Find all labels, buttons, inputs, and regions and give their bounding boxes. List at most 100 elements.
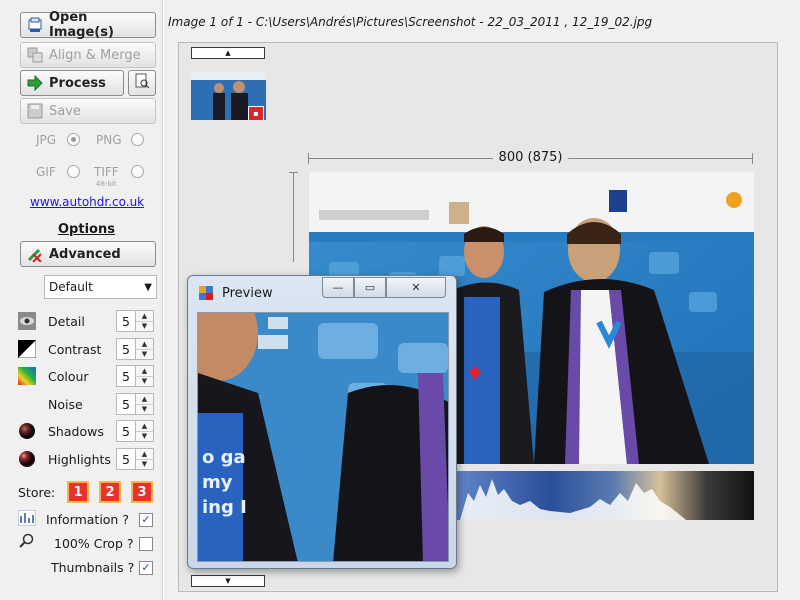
height-dimension bbox=[289, 172, 298, 262]
website-link[interactable]: www.autohdr.co.uk bbox=[30, 195, 144, 209]
information-checkbox[interactable]: ✓ bbox=[139, 513, 153, 527]
process-button[interactable]: Process bbox=[20, 70, 124, 96]
param-spinner[interactable]: ▲ ▼ bbox=[136, 393, 154, 415]
param-value-input[interactable]: 5 bbox=[116, 338, 136, 360]
param-value-input[interactable]: 5 bbox=[116, 420, 136, 442]
param-spinner[interactable]: ▲ ▼ bbox=[136, 365, 154, 387]
format-jpg-radio[interactable] bbox=[67, 133, 80, 146]
histogram-graph bbox=[440, 471, 754, 520]
param-label: Contrast bbox=[48, 341, 102, 357]
format-png-label: PNG bbox=[96, 133, 122, 147]
batch-process-button[interactable] bbox=[128, 70, 156, 96]
preset-select[interactable]: Default ▼ bbox=[44, 275, 157, 299]
align-merge-label: Align & Merge bbox=[49, 47, 141, 63]
dimension-tick bbox=[289, 172, 298, 173]
param-contrast: Contrast 5 ▲ ▼ bbox=[17, 337, 158, 361]
store-slot-1-button[interactable]: 1 bbox=[67, 481, 89, 503]
eye-icon bbox=[18, 312, 36, 330]
thumbs-scroll-up-button[interactable]: ▲ bbox=[191, 47, 265, 59]
param-noise: Noise 5 ▲ ▼ bbox=[18, 392, 158, 416]
contrast-icon bbox=[17, 339, 37, 359]
crop-label: 100% Crop ? bbox=[54, 536, 134, 551]
app-icon bbox=[198, 285, 214, 301]
dimension-line bbox=[293, 172, 294, 262]
document-search-icon bbox=[134, 73, 150, 93]
param-highlights: Highlights 5 ▲ ▼ bbox=[18, 447, 158, 471]
chevron-down-icon: ▼ bbox=[225, 577, 231, 585]
param-label: Shadows bbox=[48, 423, 104, 439]
floppy-icon bbox=[27, 103, 43, 119]
svg-text:o ga: o ga bbox=[202, 447, 246, 468]
left-panel: Open Image(s) Align & Merge Process Save… bbox=[0, 0, 162, 600]
layers-icon bbox=[27, 47, 43, 63]
information-label: Information ? bbox=[46, 512, 129, 527]
dimension-tick bbox=[308, 153, 309, 164]
thumbs-scroll-down-button[interactable]: ▼ bbox=[191, 575, 265, 587]
advanced-button[interactable]: Advanced bbox=[20, 241, 156, 267]
open-images-label: Open Image(s) bbox=[49, 10, 114, 40]
close-icon: ✕ bbox=[411, 281, 421, 294]
close-button[interactable]: ✕ bbox=[386, 277, 446, 298]
options-heading: Options bbox=[58, 222, 115, 237]
svg-text:my: my bbox=[202, 472, 233, 493]
dimension-tick bbox=[752, 153, 753, 164]
param-detail: Detail 5 ▲ ▼ bbox=[18, 309, 158, 333]
preview-window[interactable]: Preview — ▭ ✕ o ga my ing I bbox=[187, 275, 457, 569]
param-value-input[interactable]: 5 bbox=[116, 393, 136, 415]
save-button[interactable]: Save bbox=[20, 98, 156, 124]
store-label: Store: bbox=[18, 485, 56, 500]
chevron-down-icon: ▼ bbox=[144, 282, 152, 293]
saved-floppy-icon: ▪ bbox=[248, 106, 264, 120]
param-value-input[interactable]: 5 bbox=[116, 365, 136, 387]
magnifier-icon bbox=[19, 533, 35, 553]
histogram bbox=[440, 471, 754, 520]
store-slot-2-button[interactable]: 2 bbox=[99, 481, 121, 503]
panel-divider bbox=[162, 0, 164, 600]
minimize-button[interactable]: — bbox=[322, 277, 354, 298]
chart-icon bbox=[17, 509, 37, 530]
arrow-right-icon bbox=[27, 75, 43, 91]
preview-titlebar[interactable]: Preview bbox=[198, 285, 273, 301]
param-spinner[interactable]: ▲ ▼ bbox=[136, 420, 154, 442]
process-label: Process bbox=[49, 75, 106, 91]
svg-text:ing I: ing I bbox=[202, 497, 247, 518]
save-label: Save bbox=[49, 103, 81, 119]
image-thumbnail[interactable]: ▪ bbox=[191, 72, 266, 120]
param-label: Colour bbox=[48, 368, 89, 384]
align-merge-button[interactable]: Align & Merge bbox=[20, 42, 156, 68]
highlight-ball-icon bbox=[18, 450, 36, 468]
param-spinner[interactable]: ▲ ▼ bbox=[136, 310, 154, 332]
open-images-button[interactable]: Open Image(s) bbox=[20, 10, 156, 40]
store-slot-3-button[interactable]: 3 bbox=[131, 481, 153, 503]
maximize-button[interactable]: ▭ bbox=[354, 277, 386, 298]
param-value-input[interactable]: 5 bbox=[116, 310, 136, 332]
preview-photo: o ga my ing I bbox=[198, 313, 448, 561]
param-spinner[interactable]: ▲ ▼ bbox=[136, 448, 154, 470]
format-gif-label: GIF bbox=[36, 165, 56, 179]
thumbnails-checkbox[interactable]: ✓ bbox=[139, 561, 153, 575]
param-spinner[interactable]: ▲ ▼ bbox=[136, 338, 154, 360]
param-label: Detail bbox=[48, 313, 85, 329]
param-label: Noise bbox=[48, 396, 83, 412]
width-dimension: 800 (875) bbox=[308, 150, 753, 166]
param-value-input[interactable]: 5 bbox=[116, 448, 136, 470]
image-path-title: Image 1 of 1 - C:\Users\Andrés\Pictures\… bbox=[168, 15, 653, 29]
preset-value: Default bbox=[49, 280, 93, 294]
format-gif-radio[interactable] bbox=[67, 165, 80, 178]
printer-open-icon bbox=[27, 17, 43, 33]
format-jpg-label: JPG bbox=[36, 133, 57, 147]
format-tiff-radio[interactable] bbox=[131, 165, 144, 178]
shadow-ball-icon bbox=[18, 422, 36, 440]
colour-icon bbox=[18, 367, 36, 385]
preview-title: Preview bbox=[222, 285, 273, 301]
format-tiff-label: TIFF bbox=[94, 165, 119, 179]
crop-checkbox[interactable] bbox=[139, 537, 153, 551]
param-label: Highlights bbox=[48, 451, 111, 467]
param-colour: Colour 5 ▲ ▼ bbox=[18, 364, 158, 388]
param-shadows: Shadows 5 ▲ ▼ bbox=[18, 419, 158, 443]
format-png-radio[interactable] bbox=[131, 133, 144, 146]
noise-icon-placeholder bbox=[18, 395, 36, 413]
preview-image: o ga my ing I bbox=[197, 312, 449, 562]
chevron-up-icon: ▲ bbox=[225, 49, 231, 57]
tiff-bitdepth-label: 48-bit bbox=[96, 180, 117, 188]
